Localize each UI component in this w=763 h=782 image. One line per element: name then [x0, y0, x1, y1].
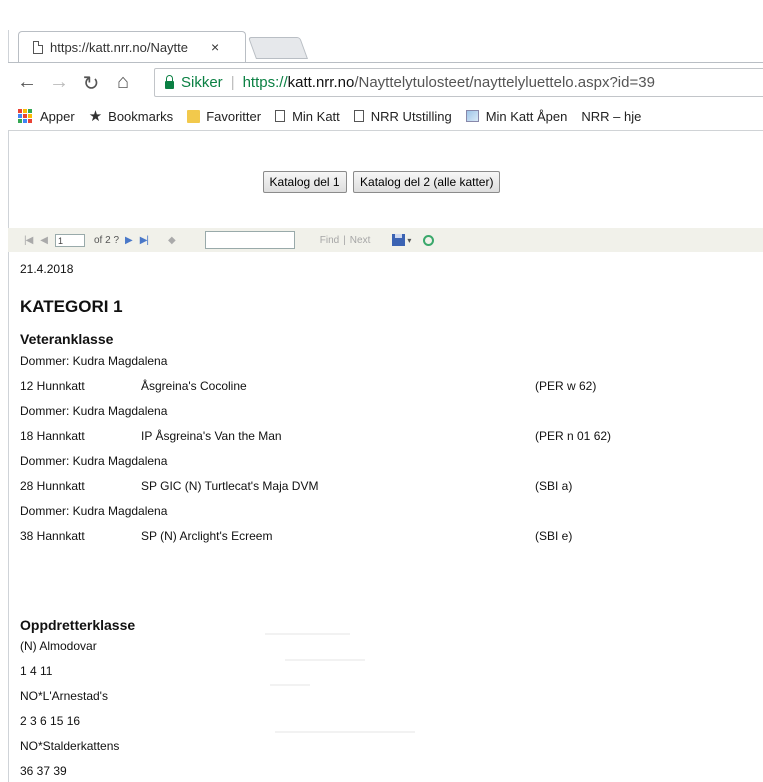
- watermark-trace: [275, 731, 415, 733]
- watermark-trace: [285, 659, 365, 661]
- entry-breed-code: (SBI e): [535, 529, 573, 543]
- breeder-name: (N) Almodovar: [20, 639, 97, 653]
- entry-cat-name: SP (N) Arclight's Ecreem: [141, 529, 273, 543]
- page-count: of 2 ?: [94, 234, 120, 246]
- bookmark-apps[interactable]: Apper: [8, 109, 75, 124]
- refresh-icon[interactable]: [423, 234, 435, 246]
- bookmark-label: NRR – hje: [581, 108, 642, 124]
- export-save-icon[interactable]: [392, 234, 406, 246]
- bookmark-label: Apper: [40, 108, 75, 124]
- new-tab-button[interactable]: [247, 37, 309, 59]
- entry-number: 38 Hannkatt: [20, 529, 85, 543]
- judge-line: Dommer: Kudra Magdalena: [20, 504, 168, 518]
- report-date: 21.4.2018: [20, 262, 74, 276]
- class-heading: Veteranklasse: [20, 331, 114, 347]
- bookmark-min-katt[interactable]: Min Katt: [275, 109, 340, 124]
- entry-number: 12 Hunnkatt: [20, 379, 85, 393]
- reload-icon[interactable]: ↻: [80, 71, 102, 96]
- bookmark-bookmarks[interactable]: ★ Bookmarks: [89, 107, 173, 125]
- bookmark-label: Min Katt Åpen: [485, 108, 568, 124]
- find-link[interactable]: Find: [320, 235, 339, 246]
- entry-cat-name: SP GIC (N) Turtlecat's Maja DVM: [141, 479, 319, 493]
- bookmark-nrr-utstilling[interactable]: NRR Utstilling: [353, 108, 452, 124]
- bookmark-label: Favoritter: [206, 108, 262, 124]
- page-number-input[interactable]: 1: [55, 233, 85, 247]
- watermark-trace: [265, 633, 350, 635]
- address-separator: |: [230, 74, 235, 91]
- breeder-name: NO*L'Arnestad's: [20, 689, 108, 703]
- tab-title: https://katt.nrr.no/Naytte: [50, 39, 189, 55]
- breeder-numbers: 1 4 11: [20, 664, 53, 678]
- star-icon: ★: [88, 108, 103, 125]
- apps-grid-icon: [18, 109, 32, 123]
- tab-strip: https://katt.nrr.no/Naytte ×: [0, 0, 763, 64]
- breeder-numbers: 36 37 39: [20, 764, 67, 778]
- previous-page-icon[interactable]: ◀: [40, 235, 48, 246]
- toolbar-separator: |: [343, 234, 346, 246]
- bookmark-nrr-hjem[interactable]: NRR – hje: [581, 109, 641, 124]
- category-heading: KATEGORI 1: [20, 297, 123, 316]
- url-host: katt.nrr.no: [287, 74, 355, 91]
- class-heading: Oppdretterklasse: [20, 617, 136, 633]
- page-icon: [353, 110, 364, 122]
- bookmark-label: Bookmarks: [108, 108, 174, 124]
- katalog-del-1-button[interactable]: Katalog del 1: [262, 171, 347, 193]
- bookmark-min-katt-apen[interactable]: Min Katt Åpen: [465, 108, 568, 124]
- entry-breed-code: (SBI a): [535, 479, 573, 493]
- bookmarks-bar: Apper ★ Bookmarks Favoritter Min Katt NR…: [8, 102, 763, 131]
- folder-icon: [187, 109, 201, 123]
- entry-breed-code: (PER w 62): [535, 379, 597, 393]
- forward-arrow-icon[interactable]: →: [48, 71, 70, 94]
- url-protocol: https://: [242, 74, 288, 91]
- entry-number: 28 Hunnkatt: [20, 479, 85, 493]
- find-next-link[interactable]: Next: [350, 235, 371, 246]
- first-page-icon[interactable]: |◀: [24, 235, 33, 246]
- export-dropdown-icon[interactable]: ▾: [407, 236, 411, 245]
- judge-line: Dommer: Kudra Magdalena: [20, 454, 168, 468]
- catalog-buttons: Katalog del 1 Katalog del 2 (alle katter…: [0, 171, 763, 193]
- navigation-bar: ← → ↻ ⌂ Sikker | https:// katt.nrr.no /N…: [8, 62, 763, 103]
- judge-line: Dommer: Kudra Magdalena: [20, 354, 168, 368]
- katalog-del-2-button[interactable]: Katalog del 2 (alle katter): [353, 171, 501, 193]
- page-content: Katalog del 1 Katalog del 2 (alle katter…: [0, 131, 763, 782]
- bookmark-favoritter[interactable]: Favoritter: [187, 109, 261, 124]
- secure-label: Sikker: [181, 74, 223, 91]
- next-page-icon[interactable]: ▶: [125, 235, 133, 246]
- page-icon: [275, 110, 286, 122]
- url-path: /Nayttelytulosteet/nayttelyluettelo.aspx…: [354, 74, 655, 91]
- entry-cat-name: Åsgreina's Cocoline: [141, 379, 247, 393]
- entry-breed-code: (PER n 01 62): [535, 429, 612, 443]
- judge-line: Dommer: Kudra Magdalena: [20, 404, 168, 418]
- bookmark-label: NRR Utstilling: [370, 108, 452, 124]
- find-text-input[interactable]: [204, 231, 295, 249]
- breeder-name: NO*Stalderkattens: [20, 739, 120, 753]
- address-bar[interactable]: Sikker | https:// katt.nrr.no /Nayttelyt…: [154, 68, 763, 97]
- tab-close-button[interactable]: ×: [211, 39, 219, 55]
- watermark-trace: [270, 684, 310, 686]
- last-page-icon[interactable]: ▶|: [140, 235, 149, 246]
- home-icon[interactable]: ⌂: [112, 71, 134, 94]
- report-viewer-toolbar: |◀ ◀ 1 of 2 ? ▶ ▶| ◆ Find | Next ▾: [8, 228, 763, 252]
- back-arrow-icon[interactable]: ←: [16, 71, 38, 94]
- browser-tab[interactable]: https://katt.nrr.no/Naytte ×: [18, 31, 246, 62]
- lock-icon: [165, 74, 174, 89]
- page-icon: [33, 40, 43, 54]
- entry-number: 18 Hannkatt: [20, 429, 85, 443]
- back-to-parent-icon[interactable]: ◆: [168, 235, 176, 246]
- bookmark-label: Min Katt: [292, 108, 340, 124]
- breeder-numbers: 2 3 6 15 16: [20, 714, 81, 728]
- image-icon: [465, 110, 479, 122]
- entry-cat-name: IP Åsgreina's Van the Man: [141, 429, 282, 443]
